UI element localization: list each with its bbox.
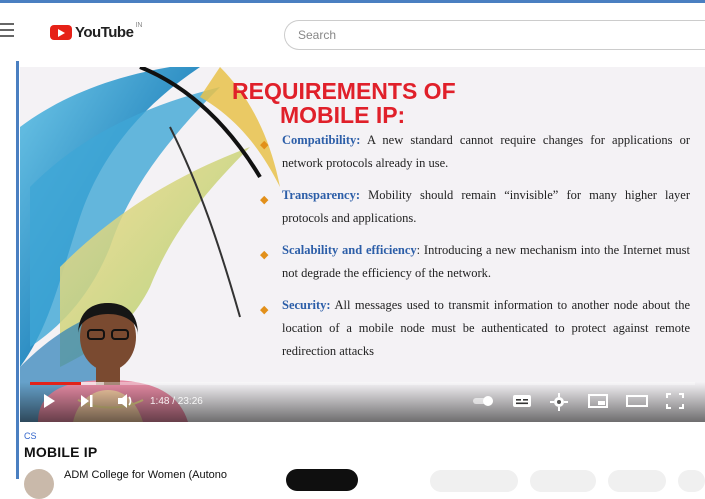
bullet-term: Security: xyxy=(282,298,331,312)
player-controls: 1:48 / 23:26 xyxy=(20,382,705,422)
logo-country-code: IN xyxy=(135,21,143,29)
bullet-term: Scalability and efficiency xyxy=(282,243,417,257)
bullet-text: All messages used to transmit informatio… xyxy=(282,298,690,358)
like-dislike-button[interactable] xyxy=(430,470,518,492)
video-hashtag[interactable]: CS xyxy=(24,431,37,441)
volume-icon[interactable] xyxy=(117,393,135,409)
menu-icon[interactable] xyxy=(0,23,14,37)
subscribe-button[interactable] xyxy=(286,469,358,491)
video-title: MOBILE IP xyxy=(24,444,98,460)
bullet-term: Transparency: xyxy=(282,188,361,202)
bullet-term: Compatibility: xyxy=(282,133,361,147)
slide-title-line2: MOBILE IP: xyxy=(280,102,406,128)
next-icon[interactable] xyxy=(80,393,94,409)
channel-avatar[interactable] xyxy=(24,469,54,499)
slide-bullet-list: ◆ Compatibility: A new standard cannot r… xyxy=(260,129,690,372)
play-icon[interactable] xyxy=(42,393,56,409)
subtitles-icon[interactable] xyxy=(512,393,532,409)
masthead: YouTube IN Search xyxy=(0,3,705,61)
download-button[interactable] xyxy=(608,470,666,492)
channel-name[interactable]: ADM College for Women (Autono xyxy=(64,469,227,481)
share-button[interactable] xyxy=(530,470,596,492)
search-placeholder: Search xyxy=(298,28,337,42)
slide-bullet: ◆ Security: All messages used to transmi… xyxy=(260,294,690,363)
youtube-logo[interactable]: YouTube IN xyxy=(50,21,143,41)
progress-bar[interactable] xyxy=(30,382,695,385)
theater-mode-icon[interactable] xyxy=(626,393,648,409)
slide-bullet: ◆ Scalability and efficiency: Introducin… xyxy=(260,239,690,285)
search-input[interactable]: Search xyxy=(284,20,705,50)
time-display: 1:48 / 23:26 xyxy=(150,396,203,407)
slide-title: REQUIREMENTS OF MOBILE IP: xyxy=(232,79,456,127)
slide-title-line1: REQUIREMENTS OF xyxy=(232,78,456,104)
slide-bullet: ◆ Compatibility: A new standard cannot r… xyxy=(260,129,690,175)
fullscreen-icon[interactable] xyxy=(666,393,684,409)
video-player[interactable]: REQUIREMENTS OF MOBILE IP: ◆ Compatibili… xyxy=(20,67,705,422)
settings-gear-icon[interactable] xyxy=(550,393,568,411)
slide-bullet: ◆ Transparency: Mobility should remain “… xyxy=(260,184,690,230)
autoplay-toggle-icon[interactable] xyxy=(472,393,496,409)
play-logo-icon xyxy=(50,24,72,40)
progress-buffered xyxy=(81,382,105,385)
logo-text: YouTube xyxy=(75,23,134,41)
miniplayer-icon[interactable] xyxy=(588,393,608,409)
progress-played xyxy=(30,382,82,385)
frame-left-border xyxy=(16,0,19,479)
more-actions-button[interactable] xyxy=(678,470,705,492)
bullet-diamond-icon: ◆ xyxy=(260,249,269,261)
bullet-diamond-icon: ◆ xyxy=(260,139,269,151)
bullet-diamond-icon: ◆ xyxy=(260,304,269,316)
bullet-diamond-icon: ◆ xyxy=(260,194,269,206)
